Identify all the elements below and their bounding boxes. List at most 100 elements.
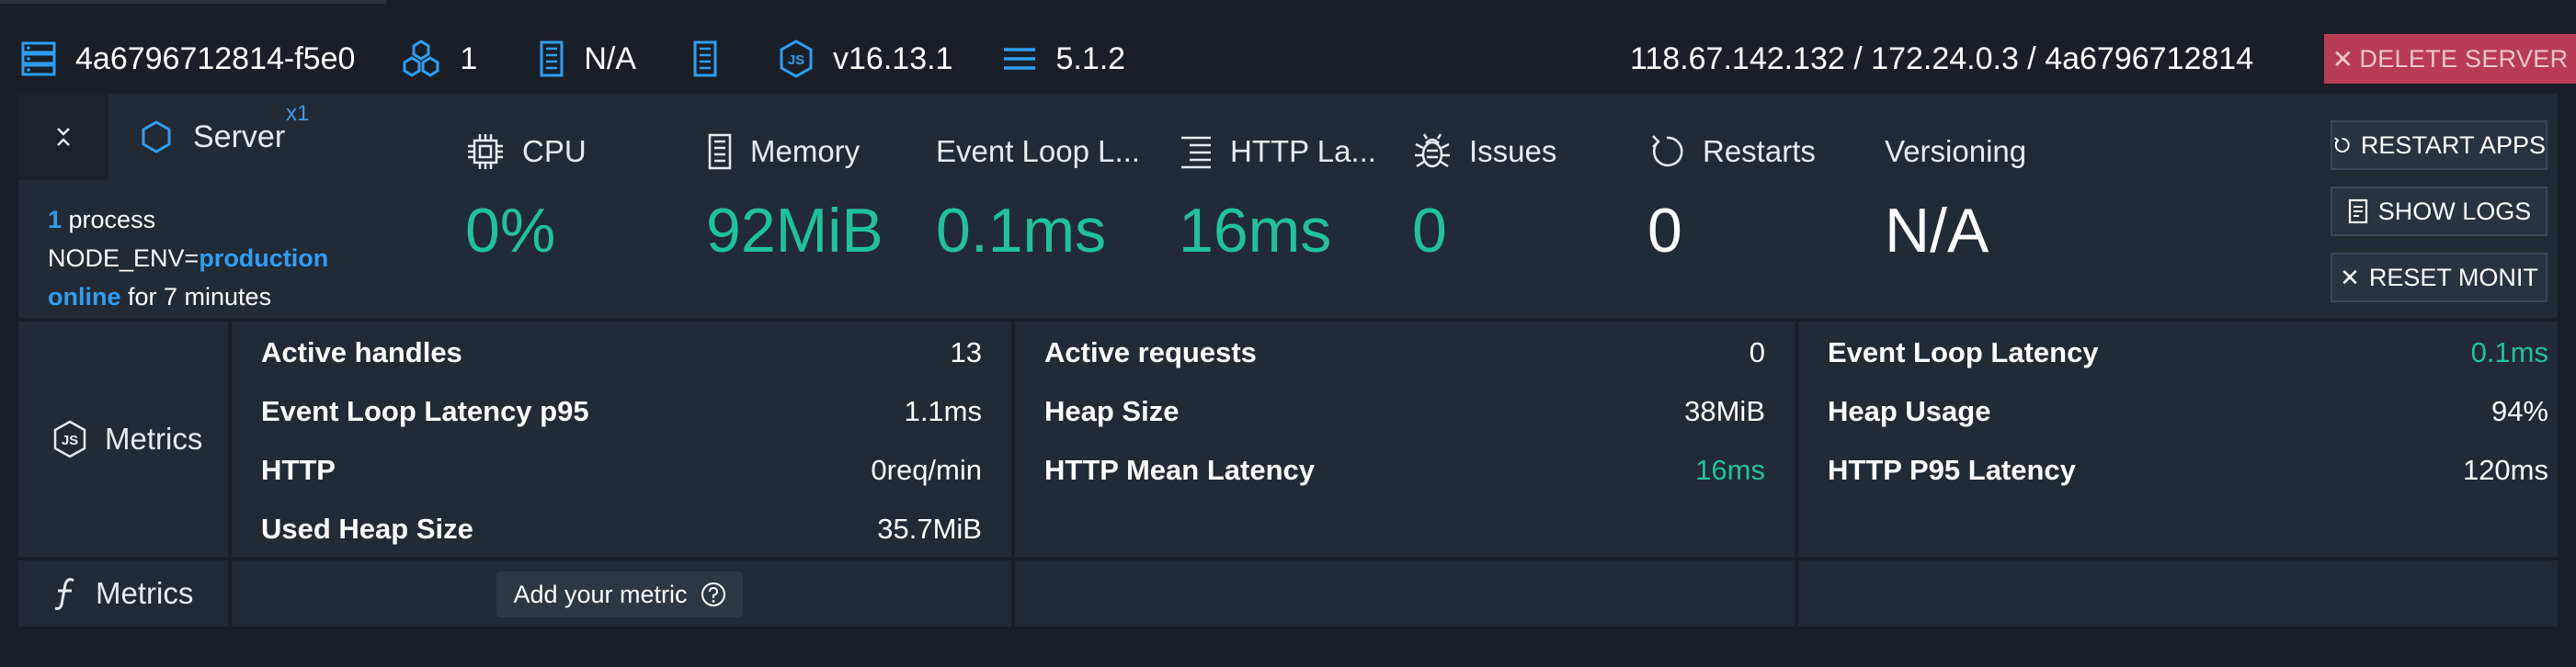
server-id: 4a6796712814-f5e0 [75, 40, 356, 76]
reset-monit-label: RESET MONIT [2368, 263, 2538, 291]
metric-used-heap-size: Used Heap Size 35.7MiB [261, 513, 982, 546]
server-tab[interactable]: Server x1 [108, 94, 384, 180]
env-key: NODE_ENV= [48, 244, 199, 272]
metric-event-loop-p95: Event Loop Latency p95 1.1ms [261, 395, 982, 428]
panel-divider [18, 318, 2558, 322]
pm2-version: 5.1.2 [1055, 40, 1126, 76]
stat-memory: Memory 92MiB [706, 129, 883, 266]
svg-text:JS: JS [788, 52, 804, 68]
nodejs-icon: JS [780, 40, 813, 78]
metric-heap-size: Heap Size 38MiB [1044, 395, 1765, 428]
restart-apps-button[interactable]: RESTART APPS [2331, 120, 2548, 170]
reset-monit-button[interactable]: ✕ RESET MONIT [2331, 253, 2548, 302]
stat-versioning-value: N/A [1885, 196, 1989, 266]
list-icon [1181, 136, 1211, 169]
stat-http-latency: HTTP La... 16ms [1179, 129, 1376, 266]
metric-value: 13 [950, 336, 982, 368]
process-number: 1 [48, 206, 63, 233]
collapse-button[interactable] [18, 94, 108, 180]
hexagon-icon [142, 120, 171, 153]
process-count: 1 [460, 40, 478, 76]
bug-icon [1415, 133, 1450, 168]
stat-cpu-label: CPU [522, 134, 587, 168]
stat-cpu-value: 0% [465, 196, 556, 266]
metric-key: Used Heap Size [261, 513, 473, 545]
process-info: 1 process NODE_ENV=production online for… [48, 200, 328, 316]
process-word: process [62, 206, 156, 233]
metric-value: 35.7MiB [877, 513, 982, 545]
uptime: for 7 minutes [120, 283, 272, 311]
stat-restarts-value: 0 [1647, 196, 1682, 266]
column-divider [1795, 322, 1798, 627]
metric-value: 38MiB [1684, 395, 1765, 427]
stat-cpu: CPU 0% [465, 129, 587, 266]
metric-key: Event Loop Latency p95 [261, 395, 589, 427]
metric-value: 0 [1749, 336, 1765, 368]
column-divider [1011, 322, 1015, 627]
stat-versioning-label: Versioning [1885, 134, 2027, 168]
stat-memory-label: Memory [750, 134, 861, 168]
close-icon: ✕ [2331, 44, 2354, 73]
env-line: NODE_ENV=production [48, 239, 328, 277]
metric-value: 120ms [2462, 454, 2548, 486]
stat-event-loop-value: 0.1ms [936, 196, 1107, 266]
metric-key: Heap Size [1044, 395, 1180, 427]
metric-value: 0.1ms [2470, 336, 2548, 368]
delete-server-button[interactable]: ✕ DELETE SERVER [2324, 34, 2576, 84]
cpu-icon [468, 134, 503, 169]
metric-key: HTTP P95 Latency [1828, 454, 2076, 486]
stat-versioning: Versioning N/A [1885, 129, 2026, 266]
server-id-item: 4a6796712814-f5e0 [20, 26, 355, 92]
help-icon [701, 582, 725, 606]
metric-value: 16ms [1695, 454, 1765, 486]
stat-event-loop: Event Loop L... 0.1ms [936, 129, 1140, 266]
add-metric-label: Add your metric [513, 580, 688, 608]
show-logs-button[interactable]: SHOW LOGS [2331, 187, 2548, 236]
memory-info: N/A [584, 40, 637, 76]
stat-restarts: Restarts 0 [1647, 129, 1816, 266]
server-tab-count: x1 [286, 101, 310, 126]
top-sliver [0, 0, 386, 4]
svg-text:JS: JS [62, 433, 78, 448]
status-online: online [48, 283, 121, 311]
metric-value: 1.1ms [904, 395, 982, 427]
add-metric-button[interactable]: Add your metric [496, 571, 743, 617]
status-line: online for 7 minutes [48, 277, 328, 316]
metric-event-loop-latency: Event Loop Latency 0.1ms [1828, 336, 2548, 369]
stat-issues: Issues 0 [1412, 129, 1556, 266]
restart-icon [2334, 137, 2350, 153]
stat-http-latency-label: HTTP La... [1230, 134, 1376, 168]
metric-active-handles: Active handles 13 [261, 336, 982, 369]
metric-http-mean-latency: HTTP Mean Latency 16ms [1044, 454, 1765, 487]
server-addresses: 118.67.142.132 / 172.24.0.3 / 4a67967128… [1630, 40, 2254, 76]
metric-key: Active handles [261, 336, 462, 368]
nodejs-icon: JS [53, 420, 86, 458]
stat-restarts-label: Restarts [1703, 134, 1816, 168]
server-icon [21, 41, 56, 76]
stat-event-loop-label: Event Loop L... [936, 134, 1140, 168]
metric-value: 0req/min [871, 454, 982, 486]
metric-value: 94% [2491, 395, 2548, 427]
metric-heap-usage: Heap Usage 94% [1828, 395, 2548, 428]
metric-http-p95-latency: HTTP P95 Latency 120ms [1828, 454, 2548, 487]
stat-memory-value: 92MiB [706, 196, 883, 266]
metric-active-requests: Active requests 0 [1044, 336, 1765, 369]
metrics-label: Metrics [105, 422, 203, 456]
server-tab-label: Server [193, 119, 286, 154]
custom-metrics-label: Metrics [96, 576, 194, 610]
show-logs-label: SHOW LOGS [2377, 197, 2532, 225]
memory-icon [708, 133, 732, 170]
stat-issues-label: Issues [1469, 134, 1557, 168]
cluster-icon [403, 40, 439, 77]
metric-key: Heap Usage [1828, 395, 1991, 427]
process-count-item: 1 [401, 26, 477, 92]
metric-key: HTTP Mean Latency [1044, 454, 1316, 486]
stat-issues-value: 0 [1412, 196, 1447, 266]
restart-icon [1652, 135, 1683, 167]
panel-divider [18, 557, 2558, 560]
memory-icon [540, 40, 564, 77]
function-icon [54, 578, 74, 610]
process-line: 1 process [48, 200, 328, 239]
close-icon: ✕ [2340, 263, 2360, 291]
chevron-collapse-icon [56, 128, 70, 146]
